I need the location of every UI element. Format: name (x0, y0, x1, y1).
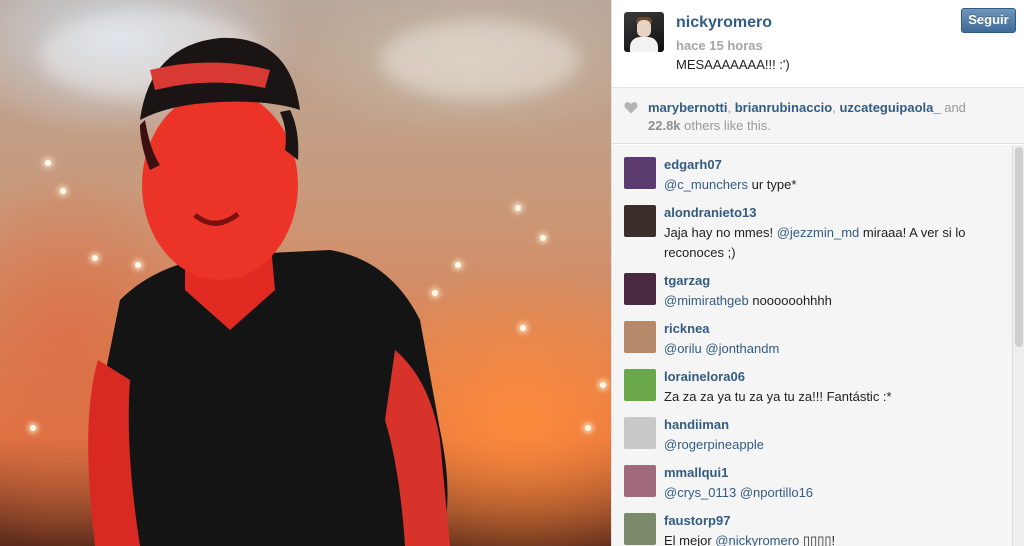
commenter-avatar[interactable] (624, 513, 656, 545)
likes-summary: marybernotti, brianrubinaccio, uzcategui… (612, 88, 1024, 144)
commenter-username[interactable]: edgarh07 (664, 157, 722, 172)
comment-text: @crys_0113 @nportillo16 (664, 483, 1000, 503)
comment-text-part: Jaja hay no mmes! (664, 225, 777, 240)
commenter-avatar[interactable] (624, 273, 656, 305)
mention-link[interactable]: @orilu (664, 341, 702, 356)
comment-text: @mimirathgeb noooooohhhh (664, 291, 1000, 311)
post-caption: MESAAAAAAA!!! :') (676, 57, 790, 72)
commenter-username[interactable]: tgarzag (664, 273, 710, 288)
comment-text: @c_munchers ur type* (664, 175, 1000, 195)
commenter-username[interactable]: alondranieto13 (664, 205, 756, 220)
comment-text-part: ur type* (748, 177, 797, 192)
comment-text-part: El mejor (664, 533, 716, 546)
comment-text: El mejor @nickyromero ▯▯▯▯! (664, 531, 1000, 546)
commenter-avatar[interactable] (624, 369, 656, 401)
commenter-avatar[interactable] (624, 465, 656, 497)
mention-link[interactable]: @jezzmin_md (777, 225, 860, 240)
comment-text-part: ▯▯▯▯! (799, 533, 836, 546)
mention-link[interactable]: @nickyromero (715, 533, 799, 546)
commenter-username[interactable]: lorainelora06 (664, 369, 745, 384)
mention-link[interactable]: @nportillo16 (740, 485, 813, 500)
mention-link[interactable]: @jonthandm (705, 341, 779, 356)
person-figure (88, 37, 450, 546)
comments-list: edgarh07 @c_munchers ur type* alondranieto… (612, 145, 1012, 546)
commenter-avatar[interactable] (624, 321, 656, 353)
commenter-avatar[interactable] (624, 205, 656, 237)
post-video[interactable] (0, 0, 611, 546)
commenter-avatar[interactable] (624, 157, 656, 189)
post-header: nickyromero hace 15 horas MESAAAAAAA!!! … (612, 0, 1024, 88)
post-timestamp: hace 15 horas (676, 38, 763, 53)
mention-link[interactable]: @mimirathgeb (664, 293, 749, 308)
comment-text: Jaja hay no mmes! @jezzmin_md miraaa! A … (664, 223, 1000, 263)
commenter-username[interactable]: handiiman (664, 417, 729, 432)
liker-link[interactable]: marybernotti (648, 100, 727, 115)
owner-avatar[interactable] (624, 12, 664, 52)
commenter-username[interactable]: faustorp97 (664, 513, 730, 528)
liker-link[interactable]: uzcateguipaola_ (839, 100, 940, 115)
comment-text-part: Za za za ya tu za ya tu za!!! Fantástic … (664, 389, 892, 404)
comment-text: @rogerpineapple (664, 435, 1000, 455)
commenter-avatar[interactable] (624, 417, 656, 449)
comments-scrollbar[interactable] (1012, 145, 1024, 546)
comment-text-part: noooooohhhh (748, 293, 832, 308)
likes-count-line: 22.8k others like this. (648, 118, 771, 133)
owner-username[interactable]: nickyromero (676, 14, 772, 32)
likes-count[interactable]: 22.8k (648, 118, 681, 133)
commenter-username[interactable]: mmallqui1 (664, 465, 728, 480)
heart-icon[interactable] (624, 101, 638, 114)
mention-link[interactable]: @c_munchers (664, 177, 748, 192)
mention-link[interactable]: @rogerpineapple (664, 437, 764, 452)
comment-text: @orilu @jonthandm (664, 339, 1000, 359)
likes-line: marybernotti, brianrubinaccio, uzcategui… (648, 100, 966, 115)
comment-text: Za za za ya tu za ya tu za!!! Fantástic … (664, 387, 1000, 407)
post-details-panel: nickyromero hace 15 horas MESAAAAAAA!!! … (611, 0, 1024, 546)
commenter-username[interactable]: ricknea (664, 321, 710, 336)
follow-button[interactable]: Seguir (961, 8, 1016, 33)
liker-link[interactable]: brianrubinaccio (735, 100, 833, 115)
scrollbar-thumb[interactable] (1015, 147, 1023, 347)
mention-link[interactable]: @crys_0113 (664, 485, 736, 500)
